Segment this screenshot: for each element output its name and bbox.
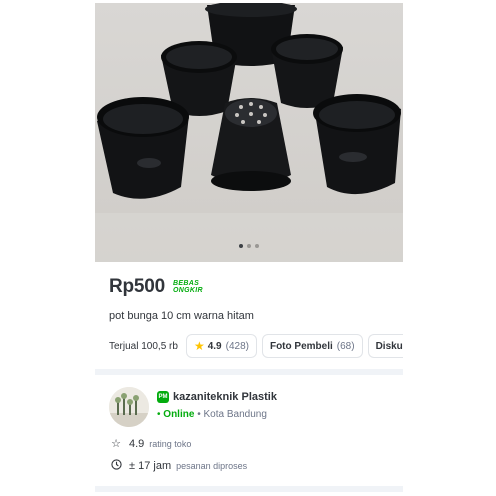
carousel-dot[interactable] [255, 244, 259, 248]
clock-icon [109, 459, 123, 473]
product-card: Rp500 BEBAS ONGKIR pot bunga 10 cm warna… [95, 3, 403, 496]
shop-city: Kota Bandung [203, 409, 267, 420]
star-icon: ★ [193, 339, 205, 353]
rating-count: (428) [225, 340, 249, 352]
process-time-row: ± 17 jam pesanan diproses [109, 459, 247, 473]
discussion-chip[interactable]: Diskusi [367, 334, 403, 358]
carousel-dot-active[interactable] [239, 244, 243, 248]
shop-name[interactable]: kazaniteknik Plastik [173, 391, 277, 403]
online-status: Online [163, 409, 195, 420]
product-photo [95, 3, 403, 262]
rating-value: 4.9 [207, 340, 222, 352]
buyer-photos-count: (68) [336, 340, 355, 352]
power-merchant-icon: PM [157, 391, 169, 403]
buyer-photos-chip[interactable]: Foto Pembeli (68) [261, 334, 363, 358]
free-shipping-badge: BEBAS ONGKIR [173, 280, 203, 294]
section-divider-bottom [95, 486, 403, 492]
product-image-carousel[interactable] [95, 3, 403, 262]
discussion-label: Diskusi [375, 340, 403, 352]
status-separator: • [197, 409, 201, 420]
shop-name-row: PM kazaniteknik Plastik [157, 391, 277, 403]
online-dot: • [157, 409, 161, 420]
shop-avatar[interactable] [109, 387, 149, 427]
shop-avatar-image [109, 387, 149, 427]
sold-count: Terjual 100,5 rb [109, 340, 178, 352]
carousel-dot[interactable] [247, 244, 251, 248]
process-time-label: pesanan diproses [176, 461, 248, 471]
shop-header[interactable]: PM kazaniteknik Plastik • Online • Kota … [109, 385, 399, 429]
price-row: Rp500 BEBAS ONGKIR [109, 275, 203, 299]
buyer-photos-label: Foto Pembeli [269, 340, 333, 352]
shop-status: • Online • Kota Bandung [157, 409, 267, 420]
shop-rating-row: ☆ 4.9 rating toko [109, 437, 192, 451]
product-stats: Terjual 100,5 rb ★ 4.9 (428) Foto Pembel… [109, 333, 403, 359]
product-title: pot bunga 10 cm warna hitam [109, 310, 254, 322]
free-shipping-line1: BEBAS [173, 280, 200, 287]
process-time-value: ± 17 jam [129, 460, 172, 472]
shop-rating-label: rating toko [149, 438, 192, 449]
section-divider [95, 369, 403, 375]
free-shipping-line2: ONGKIR [173, 287, 203, 294]
shop-rating-value: 4.9 [129, 437, 145, 450]
product-price: Rp500 [109, 276, 166, 297]
rating-chip[interactable]: ★ 4.9 (428) [185, 334, 257, 358]
carousel-indicator [95, 244, 403, 248]
star-outline-icon: ☆ [111, 438, 121, 450]
